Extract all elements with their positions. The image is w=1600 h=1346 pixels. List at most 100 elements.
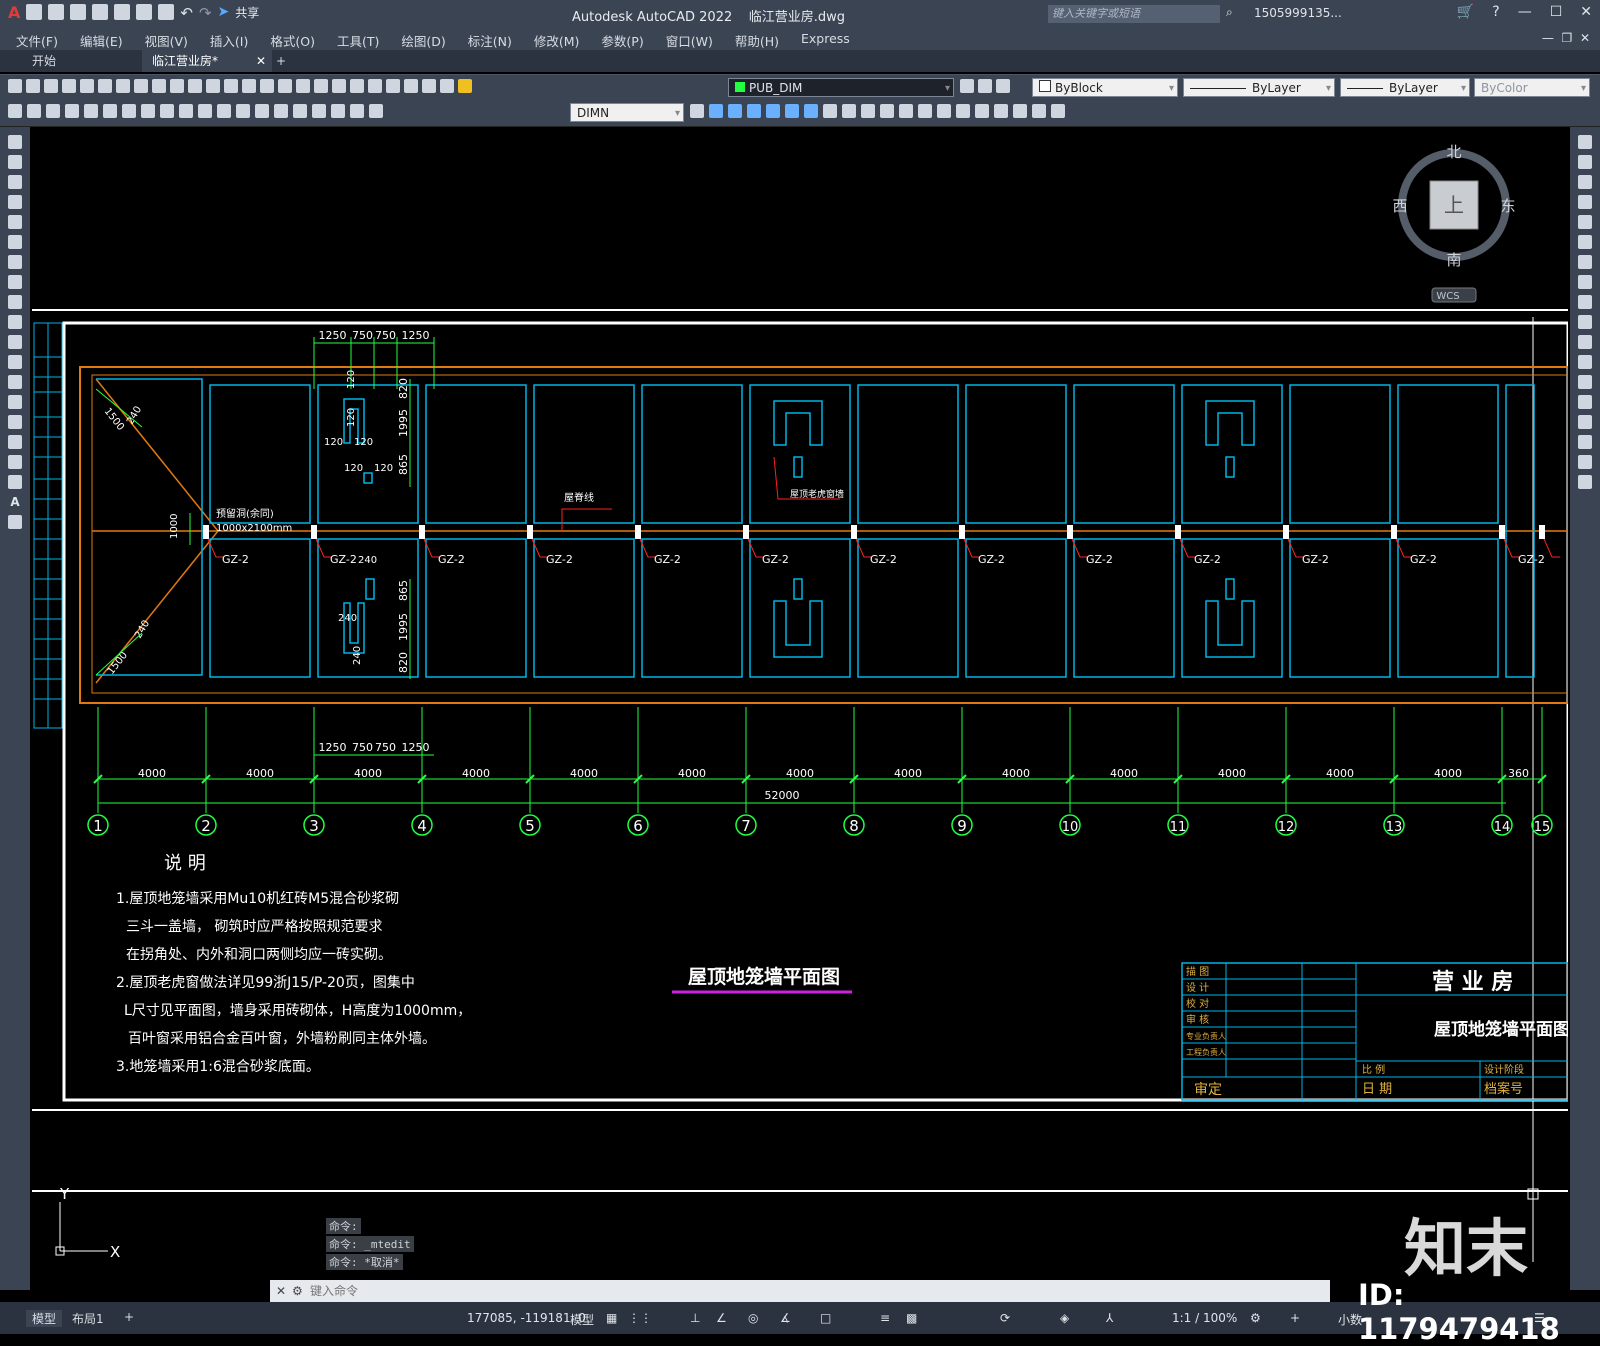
extend-icon[interactable] [1578,335,1592,349]
ordinate-dim-icon[interactable] [65,104,79,118]
hatch-icon[interactable] [8,415,22,429]
plus-icon[interactable]: + [1290,1311,1300,1325]
undo-icon[interactable]: ↶ [180,4,193,22]
diameter-dim-icon[interactable] [122,104,136,118]
menu-view[interactable]: 视图(V) [145,31,188,50]
menu-draw[interactable]: 绘图(D) [401,31,445,50]
rotate-icon[interactable] [1578,255,1592,269]
save-icon[interactable] [70,4,87,20]
osnap-tracking-icon[interactable]: ∡ [780,1311,791,1325]
make-current-icon[interactable] [960,79,974,93]
viewcube-north[interactable]: 北 [1446,143,1461,161]
lineweight-icon[interactable]: ≡ [880,1311,890,1325]
cylinder-icon[interactable] [975,104,989,118]
orbit-icon[interactable] [823,104,837,118]
menu-edit[interactable]: 编辑(E) [80,31,123,50]
circle-icon[interactable] [8,255,22,269]
polar-icon[interactable]: ∠ [716,1311,727,1325]
view-left-icon[interactable] [766,104,780,118]
render-icon[interactable] [918,104,932,118]
menu-dimension[interactable]: 标注(N) [468,31,512,50]
angular-dim-icon[interactable] [141,104,155,118]
table-icon[interactable] [8,475,22,489]
share-label[interactable]: 共享 [235,4,259,22]
grid-icon[interactable]: ▦ [606,1311,617,1325]
extrude-icon[interactable] [994,104,1008,118]
layer-iso-icon[interactable] [996,79,1010,93]
help-icon[interactable]: ? [1492,4,1499,20]
mirror-icon[interactable] [1578,175,1592,189]
region-icon[interactable] [8,455,22,469]
new-tab-button[interactable]: + [266,50,296,72]
tolerance-icon[interactable] [255,104,269,118]
cut-icon[interactable] [134,79,148,93]
offset-icon[interactable] [1578,195,1592,209]
cmd-close-icon[interactable]: ✕ [276,1280,286,1302]
stretch-icon[interactable] [1578,295,1592,309]
close-tab-icon[interactable]: ✕ [256,50,266,72]
copy-icon[interactable] [152,79,166,93]
transparency-icon[interactable]: ▩ [906,1311,917,1325]
erase-icon[interactable] [1578,135,1592,149]
layer-previous-icon[interactable] [978,79,992,93]
explode-icon[interactable] [1578,475,1592,489]
zoom-realtime-icon[interactable] [260,79,274,93]
minimize-icon[interactable]: — [1518,4,1532,20]
trim-icon[interactable] [1578,315,1592,329]
menu-modify[interactable]: 修改(M) [534,31,580,50]
viewcube[interactable]: 上 北 南 东 西 WCS [1392,143,1516,303]
view-iso-icon[interactable] [804,104,818,118]
menu-help[interactable]: 帮助(H) [735,31,779,50]
undo-icon[interactable] [206,79,220,93]
continue-dim-icon[interactable] [198,104,212,118]
fillet-icon[interactable] [1578,435,1592,449]
osnap-icon[interactable]: □ [820,1311,831,1325]
menu-tools[interactable]: 工具(T) [337,31,379,50]
lineweight-dropdown[interactable]: ByLayer [1340,78,1470,98]
break-icon[interactable] [1578,375,1592,389]
match-prop-icon[interactable] [188,79,202,93]
dimstyle-dropdown[interactable]: DIMN [570,103,684,123]
view-back-icon[interactable] [728,104,742,118]
line-icon[interactable] [8,135,22,149]
dim-space-icon[interactable] [217,104,231,118]
box-icon[interactable] [937,104,951,118]
quickcalc-icon[interactable] [404,79,418,93]
view-front-icon[interactable] [709,104,723,118]
ellipse-arc-icon[interactable] [8,335,22,349]
move-icon[interactable] [1578,235,1592,249]
dim-edit-icon[interactable] [331,104,345,118]
view-top-icon[interactable] [747,104,761,118]
inspect-icon[interactable] [293,104,307,118]
isodraft-icon[interactable]: ◎ [748,1311,758,1325]
menu-format[interactable]: 格式(O) [270,31,315,50]
polyline-icon[interactable] [8,175,22,189]
construction-line-icon[interactable] [8,155,22,169]
search-input[interactable]: 键入关键字或短语 [1048,5,1220,23]
save-web-icon[interactable] [136,4,153,20]
tab-start[interactable]: 开始 [22,50,152,72]
tool-palettes-icon[interactable] [350,79,364,93]
annotation-scale-icon[interactable]: ⅄ [1106,1311,1113,1325]
arc-length-icon[interactable] [46,104,60,118]
camera-icon[interactable] [880,104,894,118]
search-icon[interactable]: ⌕ [1226,5,1233,20]
user-account[interactable]: 1505999135... [1254,6,1342,20]
color-dropdown[interactable]: ByBlock [1032,78,1178,98]
layer-dropdown[interactable]: PUB_DIM [728,78,954,98]
design-center-icon[interactable] [332,79,346,93]
3d-dwf-icon[interactable] [116,79,130,93]
menu-express[interactable]: Express [801,31,850,50]
markup-icon[interactable] [386,79,400,93]
menu-file[interactable]: 文件(F) [16,31,58,50]
aligned-dim-icon[interactable] [27,104,41,118]
fly-icon[interactable] [861,104,875,118]
layer-properties-icon[interactable] [440,79,454,93]
arc-icon[interactable] [8,235,22,249]
walk-icon[interactable] [842,104,856,118]
close-icon[interactable]: ✕ [1580,4,1592,20]
doc-window-controls[interactable]: — ❐ ✕ [1542,31,1590,45]
viewcube-east[interactable]: 东 [1500,197,1515,215]
share-icon[interactable]: ➤ [218,4,230,22]
properties-icon[interactable] [314,79,328,93]
